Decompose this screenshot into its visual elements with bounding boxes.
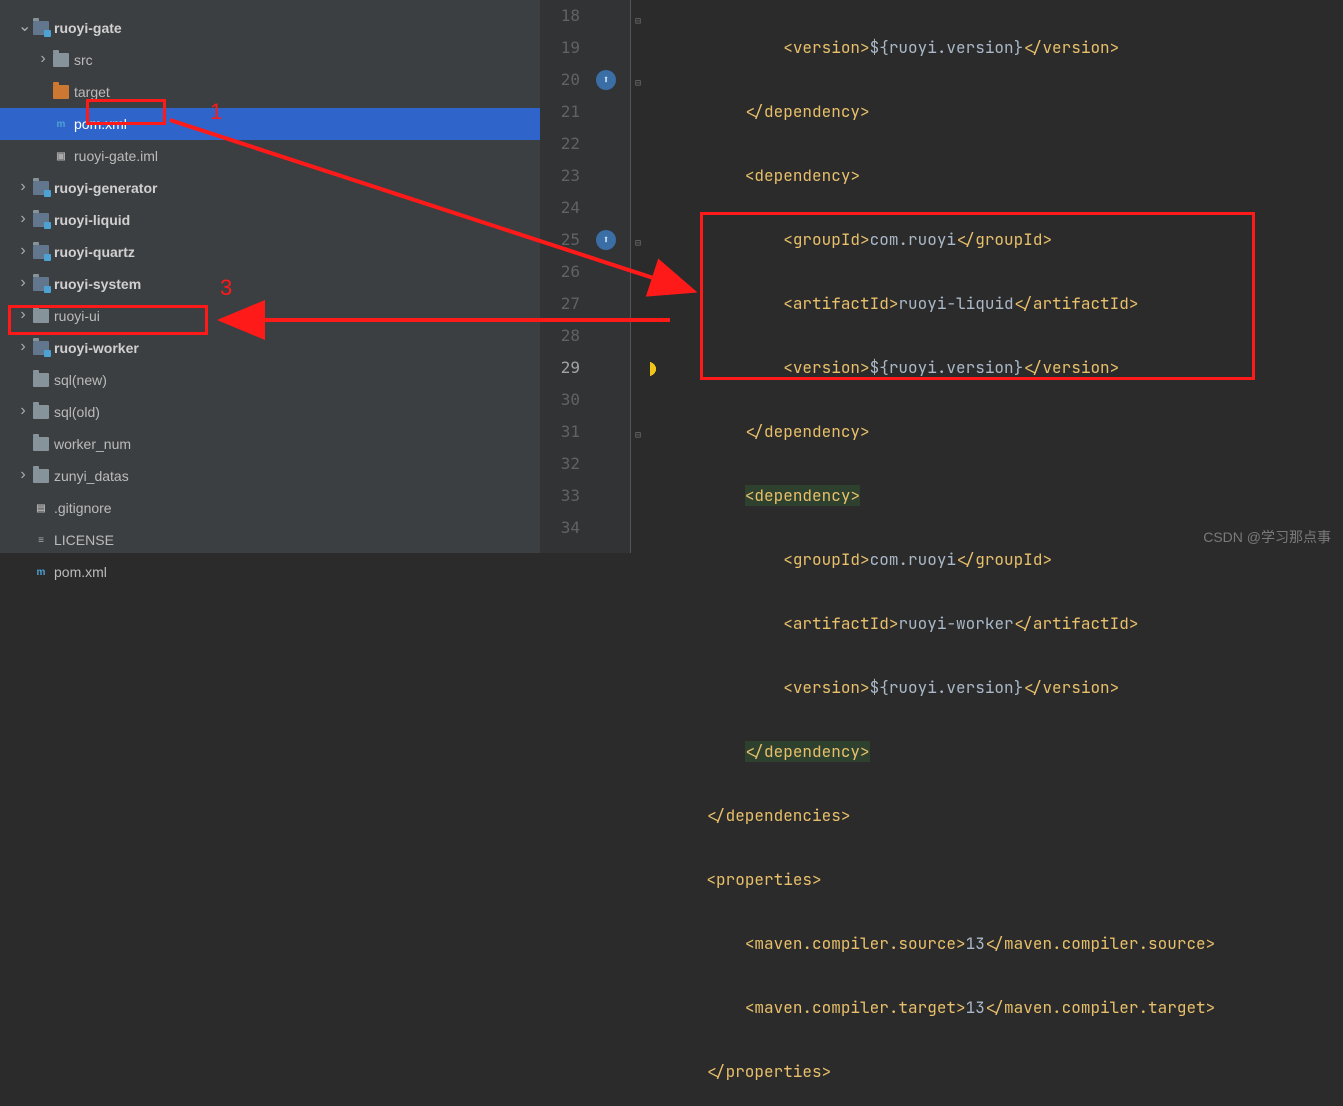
- tree-folder-worker[interactable]: ruoyi-worker: [0, 332, 540, 364]
- folder-icon: [33, 405, 49, 419]
- tree-label: .gitignore: [54, 500, 112, 516]
- folder-icon: [33, 469, 49, 483]
- tree-file-iml[interactable]: ▣ ruoyi-gate.iml: [0, 140, 540, 172]
- folder-icon: [33, 373, 49, 387]
- tree-folder-sqlnew[interactable]: sql(new): [0, 364, 540, 396]
- tree-label: ruoyi-liquid: [54, 212, 130, 228]
- chevron-right-icon: [18, 243, 28, 261]
- line-number-gutter: 181920 212223 242526 272829 303132 3334: [540, 0, 590, 553]
- maven-file-icon: m: [53, 116, 69, 132]
- tree-folder-sqlold[interactable]: sql(old): [0, 396, 540, 428]
- tree-label: pom.xml: [54, 564, 107, 580]
- folder-icon: [33, 437, 49, 451]
- code-editor[interactable]: 181920 212223 242526 272829 303132 3334 …: [540, 0, 1343, 553]
- tree-file-rootpom[interactable]: m pom.xml: [0, 556, 540, 588]
- folder-icon: [53, 53, 69, 67]
- tree-label: worker_num: [54, 436, 131, 452]
- module-folder-icon: [33, 245, 49, 259]
- folder-icon: [33, 309, 49, 323]
- tree-label: target: [74, 84, 110, 100]
- tree-label: ruoyi-worker: [54, 340, 139, 356]
- tree-file-gitignore[interactable]: ▤ .gitignore: [0, 492, 540, 524]
- tree-label: ruoyi-quartz: [54, 244, 135, 260]
- chevron-right-icon: [18, 339, 28, 357]
- tree-label: sql(new): [54, 372, 107, 388]
- chevron-right-icon: [18, 467, 28, 485]
- tree-label: zunyi_datas: [54, 468, 129, 484]
- module-folder-icon: [33, 181, 49, 195]
- gutter-nav-icon[interactable]: ⬆: [596, 70, 616, 90]
- file-icon: ≡: [33, 532, 49, 548]
- project-tree[interactable]: ruoyi-gate src target m pom.xml ▣ ruoyi-…: [0, 0, 540, 553]
- module-folder-icon: [33, 21, 49, 35]
- tree-folder-system[interactable]: ruoyi-system: [0, 268, 540, 300]
- iml-file-icon: ▣: [53, 148, 69, 164]
- file-icon: ▤: [33, 500, 49, 516]
- tree-folder-liquid[interactable]: ruoyi-liquid: [0, 204, 540, 236]
- tree-folder-target[interactable]: target: [0, 76, 540, 108]
- tree-folder-src[interactable]: src: [0, 44, 540, 76]
- watermark: CSDN @学习那点事: [1203, 527, 1331, 547]
- tree-label: ruoyi-generator: [54, 180, 157, 196]
- chevron-right-icon: [18, 403, 28, 421]
- tree-file-pom-selected[interactable]: m pom.xml: [0, 108, 540, 140]
- tree-folder-ruoyi-gate[interactable]: ruoyi-gate: [0, 12, 540, 44]
- tree-folder-zunyi[interactable]: zunyi_datas: [0, 460, 540, 492]
- tree-label: ruoyi-gate.iml: [74, 148, 158, 164]
- tree-label: ruoyi-ui: [54, 308, 100, 324]
- tree-label: LICENSE: [54, 532, 114, 548]
- fold-gutter: ⊟ ⊟ ⊟ ⊟: [630, 0, 650, 553]
- chevron-right-icon: [38, 51, 48, 69]
- excluded-folder-icon: [53, 85, 69, 99]
- chevron-right-icon: [18, 179, 28, 197]
- module-folder-icon: [33, 213, 49, 227]
- maven-file-icon: m: [33, 564, 49, 580]
- tree-label: sql(old): [54, 404, 100, 420]
- tree-folder-generator[interactable]: ruoyi-generator: [0, 172, 540, 204]
- chevron-right-icon: [18, 307, 28, 325]
- tree-folder-workernum[interactable]: worker_num: [0, 428, 540, 460]
- tree-file-license[interactable]: ≡ LICENSE: [0, 524, 540, 556]
- tree-label: pom.xml: [74, 116, 127, 132]
- tree-label: src: [74, 52, 93, 68]
- chevron-right-icon: [18, 211, 28, 229]
- gutter-icons: ⬆ ⬆: [590, 0, 630, 553]
- module-folder-icon: [33, 277, 49, 291]
- tree-label: ruoyi-system: [54, 276, 141, 292]
- code-content[interactable]: <version>${ruoyi.version}</version> </de…: [650, 0, 1215, 553]
- tree-folder-quartz[interactable]: ruoyi-quartz: [0, 236, 540, 268]
- tree-folder-ui[interactable]: ruoyi-ui: [0, 300, 540, 332]
- chevron-down-icon: [18, 18, 28, 38]
- gutter-nav-icon[interactable]: ⬆: [596, 230, 616, 250]
- chevron-right-icon: [18, 275, 28, 293]
- tree-label: ruoyi-gate: [54, 20, 122, 36]
- module-folder-icon: [33, 341, 49, 355]
